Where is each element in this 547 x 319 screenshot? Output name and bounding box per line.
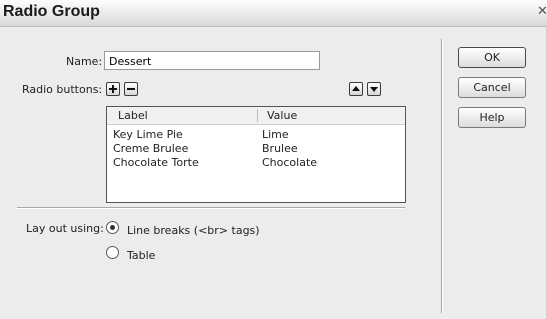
table-row[interactable]: Chocolate Torte Chocolate	[107, 156, 405, 170]
radio-table[interactable]	[106, 246, 119, 259]
plus-icon	[109, 85, 117, 93]
radio-buttons-label: Radio buttons:	[22, 83, 103, 96]
ok-button[interactable]: OK	[458, 47, 526, 68]
row-label: Key Lime Pie	[113, 128, 183, 141]
option-line-breaks-label[interactable]: Line breaks (<br> tags)	[127, 224, 260, 237]
horizontal-divider	[17, 207, 405, 209]
minus-icon	[127, 88, 135, 90]
radio-group-dialog: Radio Group ✕ Name: Radio buttons: Label…	[0, 0, 547, 319]
name-label: Name:	[66, 55, 103, 68]
close-icon[interactable]: ✕	[537, 5, 547, 19]
layout-label: Lay out using:	[26, 222, 104, 235]
row-value: Chocolate	[262, 156, 318, 169]
row-value: Lime	[262, 128, 289, 141]
title-bar: Radio Group ✕	[0, 0, 547, 27]
row-label: Chocolate Torte	[113, 156, 199, 169]
row-label: Creme Brulee	[113, 142, 189, 155]
radio-options-table[interactable]: Label Value Key Lime Pie Lime Creme Brul…	[106, 106, 406, 203]
arrow-down-icon	[370, 87, 378, 92]
radio-line-breaks[interactable]	[106, 221, 119, 234]
remove-radio-button[interactable]	[124, 82, 138, 96]
column-separator	[257, 109, 258, 122]
column-header-value[interactable]: Value	[267, 109, 297, 122]
name-input[interactable]	[104, 51, 320, 70]
help-button[interactable]: Help	[458, 107, 526, 128]
table-header: Label Value	[107, 107, 405, 125]
option-table-label[interactable]: Table	[127, 249, 155, 262]
vertical-divider	[441, 39, 443, 313]
add-radio-button[interactable]	[106, 82, 120, 96]
cancel-button[interactable]: Cancel	[458, 77, 526, 98]
row-value: Brulee	[262, 142, 298, 155]
dialog-title: Radio Group	[3, 3, 100, 20]
table-row[interactable]: Creme Brulee Brulee	[107, 142, 405, 156]
radio-selected-dot	[110, 225, 115, 230]
move-down-button[interactable]	[367, 82, 381, 96]
column-header-label[interactable]: Label	[118, 109, 148, 122]
move-up-button[interactable]	[349, 82, 363, 96]
arrow-up-icon	[352, 86, 360, 91]
table-row[interactable]: Key Lime Pie Lime	[107, 128, 405, 142]
